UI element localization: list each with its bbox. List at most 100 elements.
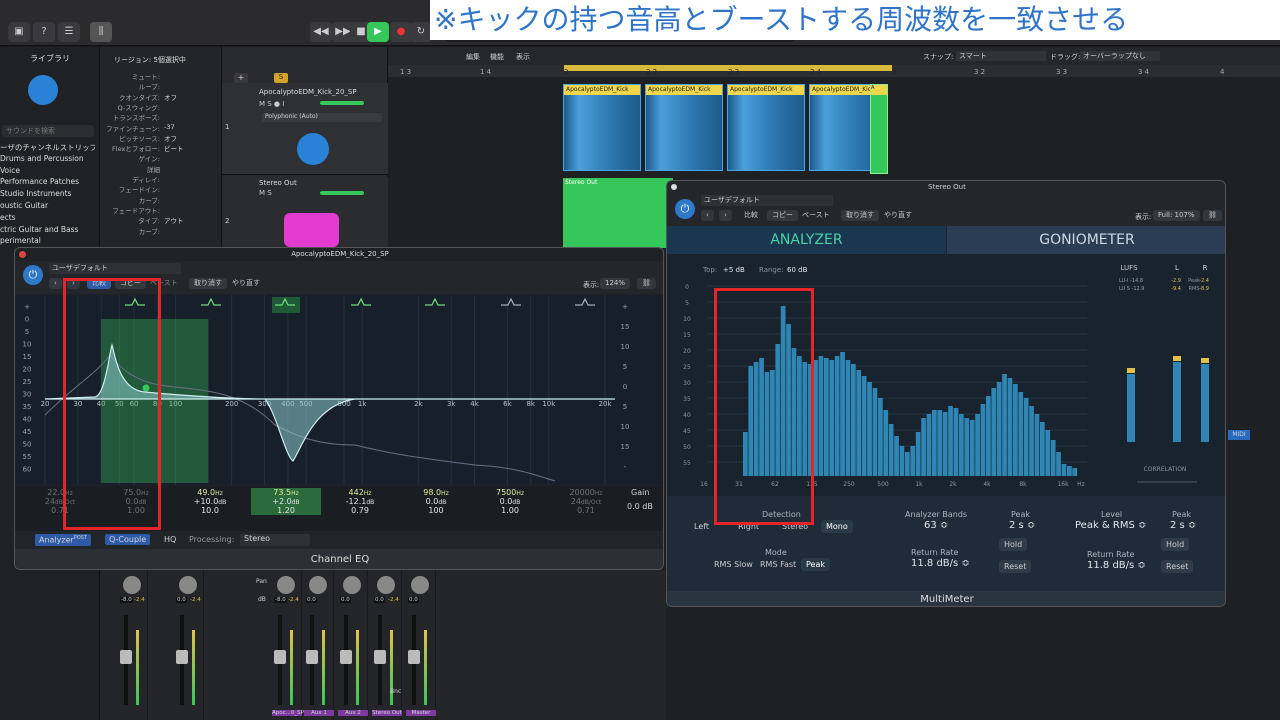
stereo-out-region[interactable]: Stereo Out	[563, 178, 673, 248]
top-value[interactable]: +5 dB	[723, 266, 745, 274]
library-item[interactable]: perimental	[0, 236, 95, 245]
mm-forward-icon[interactable]: ›	[719, 210, 732, 221]
mm-compare-button[interactable]: 比較	[739, 210, 763, 221]
play-button[interactable]: ▶	[367, 22, 389, 42]
band-gain[interactable]: 24dB/Oct	[551, 497, 621, 506]
eq-view-select[interactable]: 124%	[600, 278, 631, 289]
library-item[interactable]: Voice	[0, 166, 95, 175]
track-1-mute-solo[interactable]: M S ● I	[259, 100, 284, 108]
pan-knob[interactable]	[277, 576, 295, 594]
eq-band-column[interactable]: 20000Hz 24dB/Oct 0.71	[551, 488, 621, 515]
audio-region[interactable]: ApocalyptoEDM_Kick	[645, 84, 723, 171]
track-2[interactable]: 2 Stereo Out M S	[222, 177, 388, 247]
level-value[interactable]: Peak & RMS ≎	[1075, 520, 1146, 531]
band-freq[interactable]: 7500Hz	[475, 488, 545, 497]
library-item[interactable]: ーザのチャンネルストリップ…	[0, 142, 95, 153]
help-button[interactable]: ?	[33, 22, 55, 42]
mode-option[interactable]: RMS Slow	[709, 558, 758, 571]
pan-knob[interactable]	[123, 576, 141, 594]
peak2-value[interactable]: 2 s ≎	[1170, 520, 1196, 531]
track-1[interactable]: 1 ApocalyptoEDM_Kick_20_SP M S ● I Polyp…	[222, 83, 388, 175]
fader-handle[interactable]	[274, 650, 286, 664]
band-freq[interactable]: 49.0Hz	[175, 488, 245, 497]
add-track-button[interactable]: +	[234, 73, 248, 83]
pan-knob[interactable]	[309, 576, 327, 594]
ruler[interactable]: 1 3 1 4 2 2 2 2 3 2 4 3 3 2 3 3 3 4 4	[388, 65, 1280, 77]
analyzer-bands-value[interactable]: 63 ≎	[924, 520, 948, 531]
fader-handle[interactable]	[306, 650, 318, 664]
eq-band-column[interactable]: 7500Hz 0.0dB 1.00	[475, 488, 545, 515]
mm-undo-button[interactable]: 取り消す	[841, 210, 879, 221]
track-1-mode[interactable]: Polyphonic (Auto)	[262, 113, 382, 122]
bnc-label[interactable]: Bnc	[390, 688, 401, 695]
mm-view-select[interactable]: Full: 107%	[1153, 210, 1200, 221]
menu-edit[interactable]: 編集	[466, 52, 480, 62]
band-q[interactable]: 100	[401, 506, 471, 515]
tab-goniometer[interactable]: GONIOMETER	[947, 226, 1225, 254]
back-arrow-icon[interactable]: ‹	[49, 278, 62, 289]
peak2-hold-button[interactable]: Hold	[1161, 538, 1190, 551]
mm-copy-button[interactable]: コピー	[767, 210, 798, 221]
band-freq[interactable]: 442Hz	[325, 488, 395, 497]
processing-select[interactable]: Stereo	[240, 534, 310, 546]
band-gain[interactable]: +2.0dB	[251, 497, 321, 506]
peak1-value[interactable]: 2 s ≎	[1009, 520, 1035, 531]
band-gain[interactable]: 0.0dB	[401, 497, 471, 506]
mm-preset-select[interactable]: ユーザデフォルト	[701, 195, 833, 206]
hq-button[interactable]: HQ	[161, 534, 179, 545]
mixer-toggle-button[interactable]: ⫼	[90, 22, 112, 42]
band-q[interactable]: 10.0	[175, 506, 245, 515]
detection-option[interactable]: Mono	[821, 520, 853, 533]
band-gain[interactable]: +10.0dB	[175, 497, 245, 506]
library-toggle-button[interactable]: ▣	[8, 22, 30, 42]
track-2-volume-slider[interactable]	[320, 191, 364, 195]
audio-region[interactable]: ApocalyptoEDM_Kick	[563, 84, 641, 171]
pan-knob[interactable]	[343, 576, 361, 594]
master-gain-value[interactable]: 0.0 dB	[627, 502, 653, 511]
analyzer-button[interactable]: AnalyzerPOST	[35, 534, 91, 546]
fader-handle[interactable]	[374, 650, 386, 664]
band-gain[interactable]: -12.1dB	[325, 497, 395, 506]
peak1-reset-button[interactable]: Reset	[999, 560, 1032, 573]
fader-handle[interactable]	[176, 650, 188, 664]
rewind-icon[interactable]: ◀◀	[310, 22, 332, 42]
fader-handle[interactable]	[120, 650, 132, 664]
eq-band-column[interactable]: 73.5Hz +2.0dB 1.20	[251, 488, 321, 515]
return-rate-value[interactable]: 11.8 dB/s ≎	[911, 558, 970, 569]
library-item[interactable]: ctric Guitar and Bass	[0, 225, 95, 234]
band-gain[interactable]: 0.0dB	[475, 497, 545, 506]
midi-button[interactable]: MIDI	[1228, 430, 1250, 440]
library-item[interactable]: oustic Guitar	[0, 201, 95, 210]
eq-redo-button[interactable]: やり直す	[227, 278, 265, 289]
tab-analyzer[interactable]: ANALYZER	[667, 226, 946, 254]
mm-redo-button[interactable]: やり直す	[879, 210, 917, 221]
mm-paste-button[interactable]: ペースト	[797, 210, 835, 221]
library-item[interactable]: Performance Patches	[0, 177, 95, 186]
inspector-toggle-button[interactable]: ☰	[58, 22, 80, 42]
peak1-hold-button[interactable]: Hold	[999, 538, 1028, 551]
solo-mode-button[interactable]: S	[274, 73, 288, 83]
mm-power-icon[interactable]: ⏻	[675, 199, 695, 219]
mode-option[interactable]: Peak	[801, 558, 830, 571]
drag-select[interactable]: オーバーラップなし	[1080, 51, 1160, 61]
library-item[interactable]: Drums and Percussion	[0, 154, 95, 163]
band-q[interactable]: 0.71	[551, 506, 621, 515]
track-2-mute-solo[interactable]: M S	[259, 189, 272, 197]
band-q[interactable]: 1.20	[251, 506, 321, 515]
mm-back-icon[interactable]: ‹	[701, 210, 714, 221]
eq-band-column[interactable]: 442Hz -12.1dB 0.79	[325, 488, 395, 515]
peak2-reset-button[interactable]: Reset	[1161, 560, 1194, 573]
mm-link-icon[interactable]: ⛓	[1203, 210, 1222, 221]
band-q[interactable]: 0.79	[325, 506, 395, 515]
library-search-input[interactable]: サウンドを検索	[2, 125, 94, 137]
mode-option[interactable]: RMS Fast	[755, 558, 801, 571]
pan-knob[interactable]	[377, 576, 395, 594]
band-freq[interactable]: 73.5Hz	[251, 488, 321, 497]
q-couple-button[interactable]: Q-Couple	[105, 534, 151, 545]
menu-functions[interactable]: 機能	[490, 52, 504, 62]
band-freq[interactable]: 98.0Hz	[401, 488, 471, 497]
library-item[interactable]: Studio Instruments	[0, 189, 95, 198]
track-1-volume-slider[interactable]	[320, 101, 364, 105]
eq-undo-button[interactable]: 取り消す	[189, 278, 227, 289]
band-freq[interactable]: 20000Hz	[551, 488, 621, 497]
